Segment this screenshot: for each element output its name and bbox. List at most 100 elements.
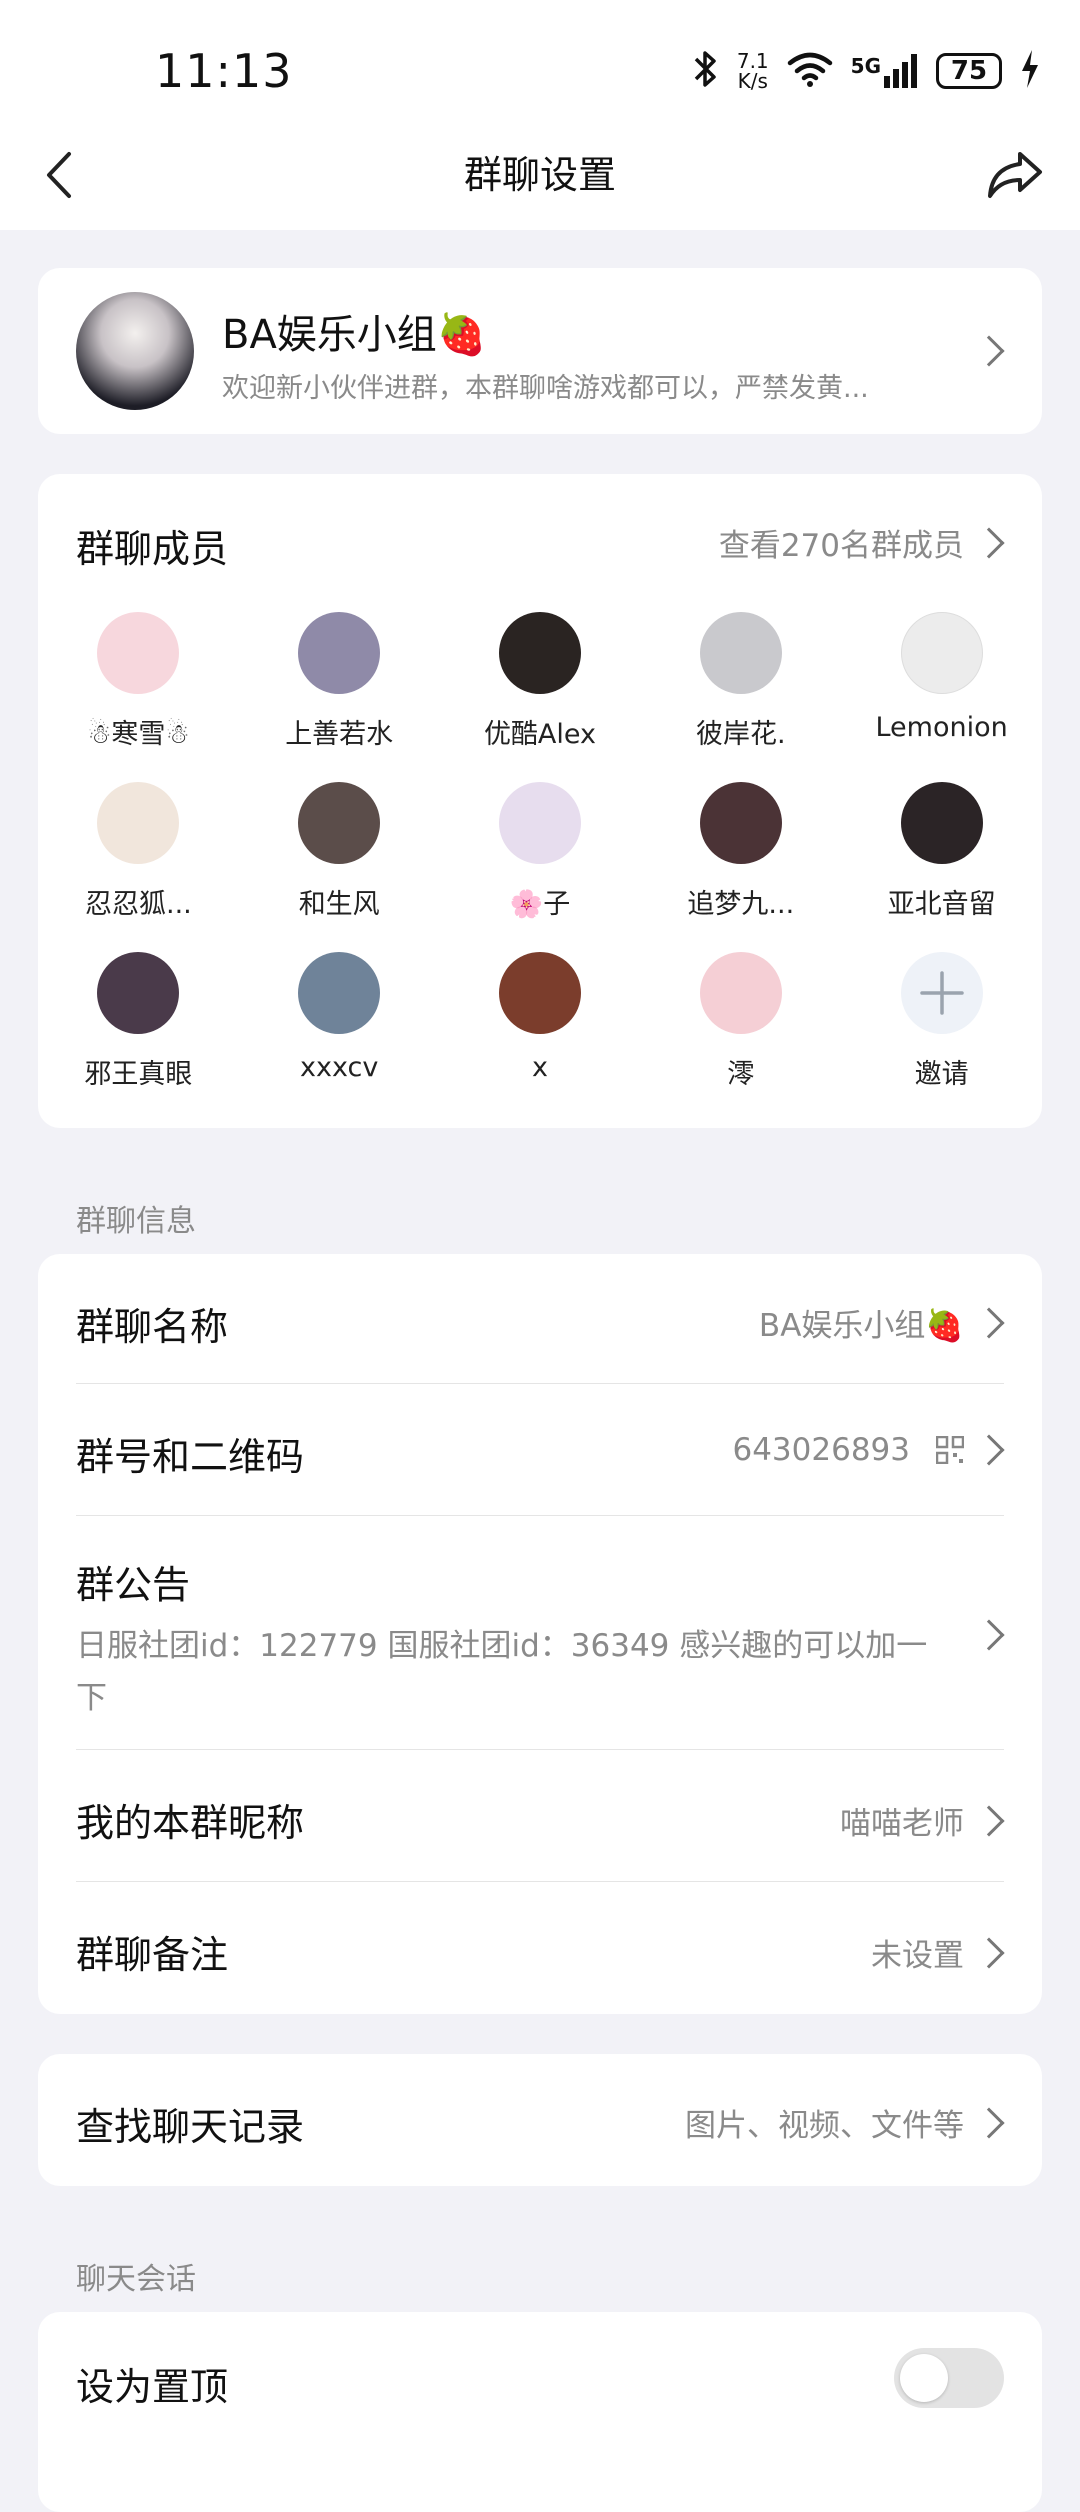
avatar <box>298 612 381 694</box>
net-speed-value: 7.1 <box>736 49 769 73</box>
row-value: 未设置 <box>871 1930 1005 1975</box>
group-name: BA娱乐小组🍓 <box>222 312 487 358</box>
row-group-notice[interactable]: 群公告 日服社团id：122779 国服社团id：36349 感兴趣的可以加一下 <box>76 1516 1005 1750</box>
member-name: 🌸子 <box>509 889 571 920</box>
members-grid: ☃寒雪☃ 上善若水 优酷Alex 彼岸花. Lemonion 忍忍狐... 和生… <box>38 612 1042 1096</box>
member-name: 优酷Alex <box>483 719 597 750</box>
chevron-right-icon <box>973 1936 1005 1969</box>
invite-avatar <box>900 952 983 1034</box>
group-profile-card[interactable]: BA娱乐小组🍓 欢迎新小伙伴进群，本群聊啥游戏都可以，严禁发黄... <box>38 268 1042 434</box>
pin-chat-toggle[interactable] <box>894 2348 1004 2408</box>
chevron-right-icon <box>973 1804 1005 1837</box>
row-label: 群聊名称 <box>76 1305 229 1349</box>
row-label: 群公告 <box>76 1563 191 1607</box>
group-name-value: BA娱乐小组🍓 <box>758 1308 964 1344</box>
share-button[interactable] <box>980 142 1050 208</box>
pin-chat-label: 设为置顶 <box>76 2365 229 2409</box>
chevron-right-icon <box>973 1434 1005 1466</box>
qr-code-icon <box>935 1435 965 1465</box>
nav-bar: 群聊设置 <box>0 120 1080 230</box>
member-item[interactable]: 🌸子 <box>440 782 641 926</box>
status-icons: 7.1 K/s 5G 75 <box>693 46 1040 96</box>
net-speed-unit: K/s <box>737 69 768 93</box>
avatar <box>298 952 381 1034</box>
member-name: 和生风 <box>298 889 380 920</box>
page-title: 群聊设置 <box>463 153 616 197</box>
avatar <box>298 782 381 864</box>
member-item[interactable]: 忍忍狐... <box>38 782 239 926</box>
session-card: 设为置顶 <box>38 2312 1042 2512</box>
member-item[interactable]: 邪王真眼 <box>38 952 239 1096</box>
battery-indicator: 75 <box>936 53 1002 89</box>
search-chat-history-row[interactable]: 查找聊天记录 图片、视频、文件等 <box>38 2054 1042 2186</box>
group-notice-text: 日服社团id：122779 国服社团id：36349 感兴趣的可以加一下 <box>76 1628 928 1716</box>
avatar <box>699 952 782 1034</box>
row-group-remark[interactable]: 群聊备注 未设置 <box>76 1882 1005 2014</box>
avatar <box>699 612 782 694</box>
row-value: 643026893 <box>732 1432 1005 1468</box>
view-all-members-label: 查看270名群成员 <box>718 528 964 564</box>
member-item[interactable]: 彼岸花. <box>640 612 841 756</box>
avatar <box>97 782 180 864</box>
avatar <box>498 952 581 1034</box>
member-item[interactable]: ☃寒雪☃ <box>38 612 239 756</box>
member-item[interactable]: 上善若水 <box>239 612 440 756</box>
member-name: 澪 <box>727 1059 755 1090</box>
member-item[interactable]: 优酷Alex <box>440 612 641 756</box>
row-group-name[interactable]: 群聊名称 BA娱乐小组🍓 <box>76 1254 1005 1384</box>
member-name: 忍忍狐... <box>85 889 192 920</box>
chevron-right-icon <box>973 2106 1005 2139</box>
avatar <box>498 782 581 864</box>
member-name: 上善若水 <box>285 719 394 750</box>
member-item[interactable]: xxxcv <box>239 952 440 1096</box>
group-info-card: 群聊名称 BA娱乐小组🍓 群号和二维码 643026893 群公告 日服社团id… <box>38 1254 1042 2014</box>
row-value: BA娱乐小组🍓 <box>758 1300 1005 1345</box>
member-name: ☃寒雪☃ <box>87 719 190 750</box>
member-item[interactable]: 亚北音留 <box>841 782 1042 926</box>
chevron-right-icon <box>973 526 1005 559</box>
status-bar: 11:13 7.1 K/s 5G 75 <box>0 0 1080 140</box>
search-hint: 图片、视频、文件等 <box>685 2108 964 2144</box>
member-item[interactable]: 追梦九... <box>640 782 841 926</box>
row-group-number[interactable]: 群号和二维码 643026893 <box>76 1384 1005 1516</box>
net-speed: 7.1 K/s <box>737 51 769 91</box>
members-card: 群聊成员 查看270名群成员 ☃寒雪☃ 上善若水 优酷Alex 彼岸花. Lem… <box>38 474 1042 1128</box>
row-label: 群号和二维码 <box>76 1435 305 1479</box>
member-name: xxxcv <box>300 1052 379 1083</box>
member-item[interactable]: 和生风 <box>239 782 440 926</box>
row-label: 群聊备注 <box>76 1933 229 1977</box>
share-icon <box>988 152 1042 198</box>
group-description: 欢迎新小伙伴进群，本群聊啥游戏都可以，严禁发黄... <box>222 373 869 404</box>
member-item[interactable]: Lemonion <box>841 612 1042 756</box>
wifi-icon <box>787 51 833 91</box>
signal-icon: 5G <box>851 54 918 88</box>
toggle-knob <box>900 2354 948 2402</box>
invite-member-button[interactable]: 邀请 <box>841 952 1042 1096</box>
member-item[interactable]: x <box>440 952 641 1096</box>
avatar <box>900 612 983 694</box>
member-name: 追梦九... <box>687 889 795 920</box>
chevron-right-icon <box>973 1306 1005 1339</box>
row-my-nickname[interactable]: 我的本群昵称 喵喵老师 <box>76 1750 1005 1882</box>
member-name: 亚北音留 <box>887 889 996 920</box>
charging-icon <box>1020 50 1040 92</box>
member-name: Lemonion <box>875 712 1008 743</box>
view-all-members-button[interactable]: 查看270名群成员 <box>718 520 1005 565</box>
chevron-right-icon <box>973 335 1005 367</box>
avatar <box>498 612 581 694</box>
row-label: 查找聊天记录 <box>76 2105 305 2149</box>
remark-value: 未设置 <box>871 1938 964 1974</box>
avatar <box>97 612 180 694</box>
my-nickname-value: 喵喵老师 <box>840 1806 964 1842</box>
avatar <box>699 782 782 864</box>
network-type: 5G <box>850 54 881 78</box>
group-number-value: 643026893 <box>732 1432 910 1468</box>
avatar <box>97 952 180 1034</box>
row-label: 我的本群昵称 <box>76 1801 305 1845</box>
section-label-session: 聊天会话 <box>76 2262 196 2297</box>
member-name: 彼岸花. <box>695 719 786 750</box>
status-time: 11:13 <box>155 44 293 98</box>
avatar <box>900 782 983 864</box>
bluetooth-icon <box>693 49 719 93</box>
member-item[interactable]: 澪 <box>640 952 841 1096</box>
